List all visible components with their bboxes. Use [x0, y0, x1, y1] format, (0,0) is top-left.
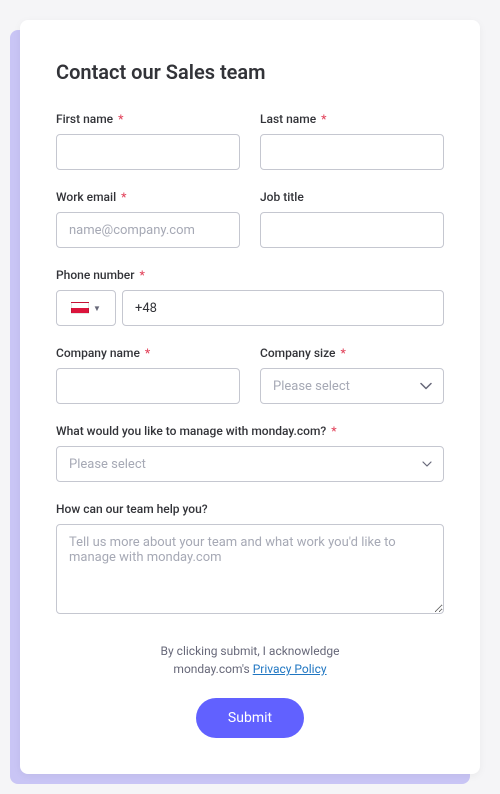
- label-last-name: Last name *: [260, 112, 444, 126]
- submit-button[interactable]: Submit: [196, 698, 304, 738]
- label-company-size: Company size *: [260, 346, 444, 360]
- contact-form-card: Contact our Sales team First name * Last…: [20, 20, 480, 774]
- required-mark: *: [121, 190, 126, 204]
- label-text: Job title: [260, 190, 304, 204]
- field-last-name: Last name *: [260, 112, 444, 170]
- job-title-input[interactable]: [260, 212, 444, 248]
- label-text: First name: [56, 112, 113, 126]
- required-mark: *: [321, 112, 326, 126]
- disclaimer-line1: By clicking submit, I acknowledge: [161, 644, 340, 658]
- label-help: How can our team help you?: [56, 502, 444, 516]
- label-manage: What would you like to manage with monda…: [56, 424, 444, 438]
- form-card-wrapper: Contact our Sales team First name * Last…: [20, 20, 480, 774]
- required-mark: *: [340, 346, 345, 360]
- label-text: Last name: [260, 112, 316, 126]
- label-job-title: Job title: [260, 190, 444, 204]
- label-company-name: Company name *: [56, 346, 240, 360]
- field-first-name: First name *: [56, 112, 240, 170]
- field-company-size: Company size * Please select: [260, 346, 444, 404]
- phone-input[interactable]: [122, 290, 444, 326]
- label-text: What would you like to manage with monda…: [56, 424, 326, 438]
- row-company: Company name * Company size * Please sel…: [56, 346, 444, 404]
- label-text: How can our team help you?: [56, 502, 208, 516]
- last-name-input[interactable]: [260, 134, 444, 170]
- work-email-input[interactable]: [56, 212, 240, 248]
- country-code-select[interactable]: ▼: [56, 290, 116, 326]
- label-first-name: First name *: [56, 112, 240, 126]
- required-mark: *: [331, 424, 336, 438]
- required-mark: *: [145, 346, 150, 360]
- company-name-input[interactable]: [56, 368, 240, 404]
- field-manage: What would you like to manage with monda…: [56, 424, 444, 482]
- label-text: Company name: [56, 346, 140, 360]
- page-title: Contact our Sales team: [56, 60, 444, 84]
- field-work-email: Work email *: [56, 190, 240, 248]
- disclaimer-line2-prefix: monday.com's: [173, 662, 252, 676]
- first-name-input[interactable]: [56, 134, 240, 170]
- row-name: First name * Last name *: [56, 112, 444, 170]
- flag-icon: [71, 302, 89, 314]
- manage-select[interactable]: Please select: [56, 446, 444, 482]
- phone-input-wrapper: ▼: [56, 290, 444, 326]
- label-text: Work email: [56, 190, 116, 204]
- required-mark: *: [118, 112, 123, 126]
- manage-select-wrapper: Please select: [56, 446, 444, 482]
- required-mark: *: [139, 268, 144, 282]
- privacy-policy-link[interactable]: Privacy Policy: [253, 662, 327, 676]
- chevron-down-icon: ▼: [93, 304, 101, 313]
- disclaimer-text: By clicking submit, I acknowledge monday…: [56, 642, 444, 678]
- company-size-select-wrapper: Please select: [260, 368, 444, 404]
- label-phone: Phone number *: [56, 268, 444, 282]
- row-email-jobtitle: Work email * Job title: [56, 190, 444, 248]
- company-size-select[interactable]: Please select: [260, 368, 444, 404]
- label-work-email: Work email *: [56, 190, 240, 204]
- field-job-title: Job title: [260, 190, 444, 248]
- help-textarea[interactable]: [56, 524, 444, 614]
- field-phone: Phone number * ▼: [56, 268, 444, 326]
- submit-wrapper: Submit: [56, 698, 444, 738]
- label-text: Company size: [260, 346, 335, 360]
- label-text: Phone number: [56, 268, 134, 282]
- field-company-name: Company name *: [56, 346, 240, 404]
- field-help: How can our team help you?: [56, 502, 444, 614]
